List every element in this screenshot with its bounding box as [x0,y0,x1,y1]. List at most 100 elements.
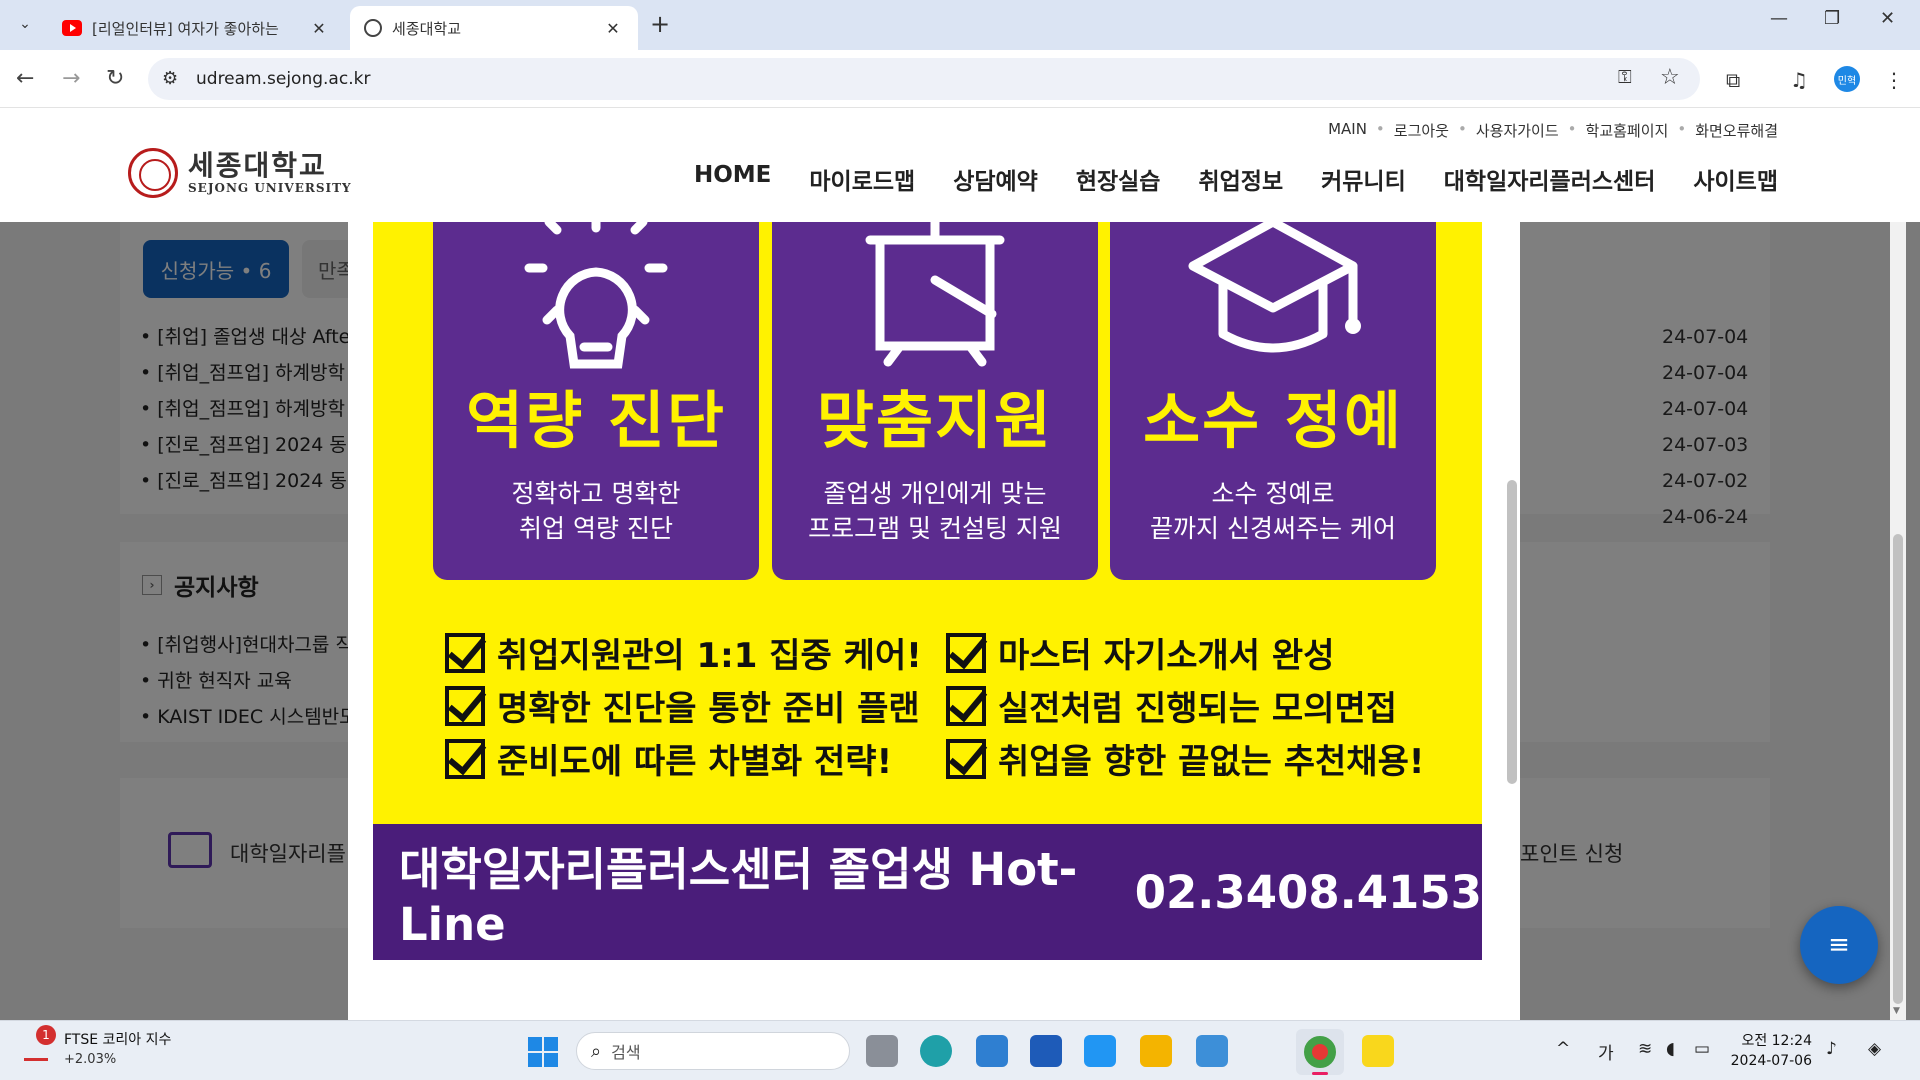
globe-icon [364,19,382,37]
edge-icon[interactable] [920,1035,952,1067]
nav-jobinfo[interactable]: 취업정보 [1198,162,1283,196]
battery-icon[interactable]: ▭ [1694,1039,1710,1059]
separator-dot: • [1567,120,1577,138]
windows-taskbar: 1 FTSE 코리아 지수 +2.03% ⌕ 검색 ^ 가 ≋ ◖ ▭ 오전 1… [0,1020,1920,1080]
close-window-icon[interactable]: ✕ [1880,8,1895,29]
restore-icon[interactable]: ❐ [1824,8,1840,29]
feature-box-elite: 소수 정예 소수 정예로 끝까지 신경써주는 케어 [1110,222,1436,580]
more-menu-icon[interactable]: ⋮ [1884,68,1904,92]
tab-search-button[interactable]: ⌄ [8,9,42,39]
box-description: 정확하고 명확한 취업 역량 진단 [433,476,759,546]
site-header: MAIN • 로그아웃 • 사용자가이드 • 학교홈페이지 • 화면오류해결 세… [0,108,1920,222]
checkbox-checked-icon [946,685,986,726]
box-desc-line2: 끝까지 신경써주는 케어 [1150,514,1396,543]
url-text[interactable]: udream.sejong.ac.kr [196,69,370,89]
clock-date: 2024-07-06 [1730,1053,1812,1069]
copilot-icon[interactable]: ◈ [1868,1039,1881,1059]
media-control-icon[interactable]: ♫ [1790,68,1808,92]
chat-floating-button[interactable]: ≡ [1800,906,1878,984]
search-placeholder: 검색 [611,1043,641,1062]
box-description: 소수 정예로 끝까지 신경써주는 케어 [1110,476,1436,546]
scroll-down-arrow[interactable]: ▼ [1893,1006,1900,1016]
extensions-icon[interactable]: ⧉ [1726,68,1740,92]
tab-sejong[interactable]: 세종대학교 ✕ [350,6,638,50]
tab-title: 세종대학교 [392,19,462,38]
checkbox-checked-icon [946,632,986,673]
box-desc-line2: 취업 역량 진단 [519,514,673,543]
address-bar[interactable]: ⚙ udream.sejong.ac.kr ⚿ ☆ [148,58,1700,100]
site-settings-icon[interactable]: ⚙ [162,68,178,89]
minimize-icon[interactable]: — [1770,8,1788,29]
nav-internship[interactable]: 현장실습 [1076,162,1161,196]
system-clock[interactable]: 오전 12:24 2024-07-06 [1726,1031,1812,1071]
hotline-bar: 대학일자리플러스센터 졸업생 Hot-Line 02.3408.4153 [373,824,1482,960]
vscode-icon[interactable] [1084,1035,1116,1067]
benefit-item: 준비도에 따른 차별화 전략! [445,732,922,785]
nav-counseling[interactable]: 상담예약 [953,162,1038,196]
university-seal-icon [128,148,178,198]
word-icon[interactable] [1030,1035,1062,1067]
chrome-taskbar-button[interactable] [1296,1029,1344,1075]
taskbar-search[interactable]: ⌕ 검색 [576,1032,850,1070]
benefit-item: 취업지원관의 1:1 집중 케어! [445,626,922,679]
tray-overflow-icon[interactable]: ^ [1556,1039,1570,1059]
stock-widget[interactable]: 1 FTSE 코리아 지수 +2.03% [20,1025,171,1069]
graduation-cap-icon [1188,222,1361,353]
forward-icon[interactable]: → [62,66,80,91]
browser-tab-bar: ⌄ [리얼인터뷰] 여자가 좋아하는 ✕ 세종대학교 ✕ + — ❐ ✕ [0,0,1920,50]
store-icon[interactable] [976,1035,1008,1067]
nav-community[interactable]: 커뮤니티 [1321,162,1406,196]
key-icon[interactable]: ⚿ [1618,67,1632,88]
tab-youtube[interactable]: [리얼인터뷰] 여자가 좋아하는 ✕ [48,6,344,50]
volume-icon[interactable]: ◖ [1666,1039,1675,1059]
chrome-icon [1304,1036,1336,1068]
nav-center[interactable]: 대학일자리플러스센터 [1444,162,1656,196]
separator-dot: • [1375,120,1385,138]
profile-avatar[interactable]: 민혁 [1834,66,1860,92]
scrollbar-thumb[interactable] [1893,534,1903,1004]
close-tab-icon[interactable]: ✕ [308,19,330,38]
box-heading: 소수 정예 [1143,384,1403,457]
wifi-icon[interactable]: ≋ [1638,1039,1652,1059]
checkbox-checked-icon [445,738,485,779]
box-desc-line1: 정확하고 명확한 [511,479,681,508]
youtube-icon [62,20,82,36]
checkbox-checked-icon [445,685,485,726]
box-desc-line1: 소수 정예로 [1211,479,1335,508]
util-link-homepage[interactable]: 학교홈페이지 [1586,120,1669,141]
file-explorer-icon[interactable] [1140,1035,1172,1067]
windows-start-icon[interactable] [528,1037,558,1067]
benefit-text: 취업지원관의 1:1 집중 케어! [497,636,922,676]
notepad-icon[interactable] [1196,1035,1228,1067]
bookmark-star-icon[interactable]: ☆ [1660,65,1680,90]
task-view-icon[interactable] [866,1035,898,1067]
site-logo[interactable]: 세종대학교 SEJONG UNIVERSITY [128,148,352,198]
hotline-banner: 역량 진단 정확하고 명확한 취업 역량 진단 맞춤지원 졸업생 개인에게 맞는… [373,222,1482,960]
box-heading: 맞춤지원 [816,384,1054,457]
box-heading: 역량 진단 [466,384,726,457]
back-icon[interactable]: ← [16,66,34,91]
sticky-notes-icon[interactable] [1362,1035,1394,1067]
browser-toolbar: ← → ↻ ⚙ udream.sejong.ac.kr ⚿ ☆ ⧉ ♫ 민혁 ⋮ [0,50,1920,108]
nav-home[interactable]: HOME [694,162,771,196]
modal-scrollbar-thumb[interactable] [1507,480,1517,784]
nav-sitemap[interactable]: 사이트맵 [1693,162,1778,196]
ime-indicator[interactable]: 가 [1598,1039,1614,1064]
benefit-item: 실전처럼 진행되는 모의면접 [946,679,1424,732]
page-scrollbar[interactable]: ▼ [1890,222,1906,1020]
util-link-logout[interactable]: 로그아웃 [1394,120,1449,141]
feature-box-custom: 맞춤지원 졸업생 개인에게 맞는 프로그램 및 컨설팅 지원 [772,222,1098,580]
separator-dot: • [1457,120,1467,138]
hotline-number: 02.3408.4153 [1134,865,1482,919]
feature-box-assessment: 역량 진단 정확하고 명확한 취업 역량 진단 [433,222,759,580]
close-tab-icon[interactable]: ✕ [602,19,624,38]
nav-roadmap[interactable]: 마이로드맵 [809,162,915,196]
presentation-board-icon [865,222,1005,367]
new-tab-button[interactable]: + [650,10,670,38]
util-link-guide[interactable]: 사용자가이드 [1476,120,1559,141]
search-icon: ⌕ [591,1040,602,1062]
notification-bell-icon[interactable]: ♪ [1826,1039,1837,1059]
util-link-error[interactable]: 화면오류해결 [1695,120,1778,141]
reload-icon[interactable]: ↻ [106,66,124,91]
util-link-main[interactable]: MAIN [1328,120,1367,141]
